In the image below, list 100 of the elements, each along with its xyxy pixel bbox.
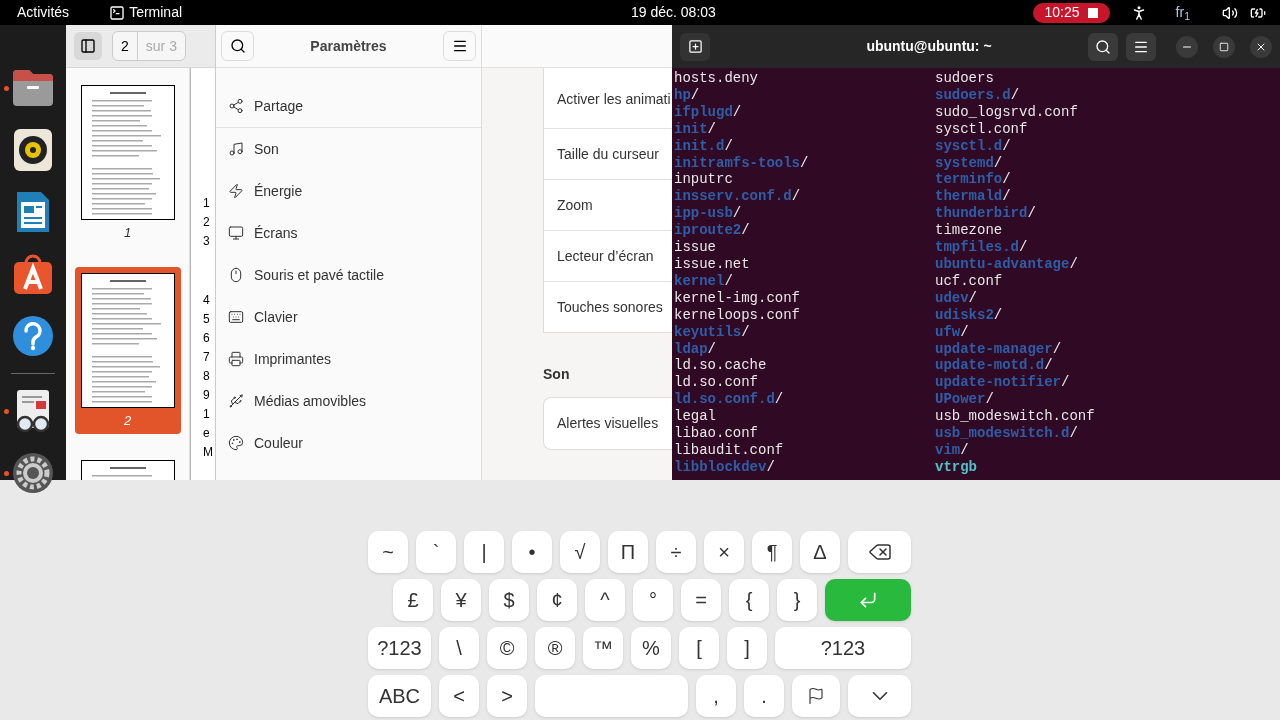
window-title: ubuntu@ubuntu: ~ xyxy=(865,37,993,56)
page-thumbnail-item[interactable]: 2 xyxy=(74,266,181,434)
keyboard-key[interactable]: ¥ xyxy=(441,579,481,621)
running-indicator xyxy=(4,85,9,91)
terminal-line: vim/ xyxy=(935,441,970,459)
keyboard-key[interactable]: > xyxy=(487,675,527,717)
keyboard-key[interactable]: ¶ xyxy=(752,531,792,573)
speaker-icon[interactable] xyxy=(13,128,53,172)
terminal-line: hosts.deny xyxy=(674,70,759,87)
close-button[interactable] xyxy=(1250,35,1272,58)
keyboard-key[interactable]: Δ xyxy=(800,531,840,573)
menu-button[interactable] xyxy=(1126,32,1156,61)
terminal-line: update-notifier/ xyxy=(935,374,1071,392)
terminal-line: libao.conf xyxy=(674,425,759,442)
music-note-icon xyxy=(228,141,244,157)
keyboard-key[interactable]: ™ xyxy=(583,627,623,669)
mode-key[interactable]: ?123 xyxy=(368,627,431,669)
page-thumbnail-item[interactable]: 1 xyxy=(74,79,181,247)
shopping-bag-icon[interactable] xyxy=(12,253,54,295)
page-text: M xyxy=(203,444,214,461)
sidebar-item[interactable]: Son xyxy=(216,128,481,170)
keyboard-key[interactable]: © xyxy=(487,627,527,669)
keyboard-key[interactable]: = xyxy=(681,579,721,621)
keyboard-key[interactable]: ` xyxy=(416,531,456,573)
terminal-line: UPower/ xyxy=(935,391,995,409)
volume-icon[interactable] xyxy=(1222,4,1238,21)
settings-row[interactable]: Alertes visuelles xyxy=(544,398,672,449)
keyboard-key[interactable]: ^ xyxy=(585,579,625,621)
keyboard-key[interactable]: | xyxy=(464,531,504,573)
page-text: 7 xyxy=(203,349,211,366)
sidebar-item[interactable]: Énergie xyxy=(216,170,481,212)
document-icon[interactable] xyxy=(15,190,51,234)
terminal-line: issue.net xyxy=(674,255,751,273)
sidebar-item[interactable]: Imprimantes xyxy=(216,338,481,380)
terminal-line: kernel-img.conf xyxy=(674,289,802,307)
keyboard-key[interactable]: . xyxy=(744,675,784,717)
keyboard-key[interactable]: , xyxy=(696,675,736,717)
settings-row[interactable]: Activer les animati xyxy=(544,68,672,128)
terminal-line: initramfs-tools/ xyxy=(674,154,810,172)
mode-key[interactable]: ?123 xyxy=(775,627,911,669)
sidebar-item[interactable]: Clavier xyxy=(216,296,481,338)
menu-button[interactable] xyxy=(443,31,476,61)
terminal-line: sudoers xyxy=(935,70,995,87)
sidebar-item[interactable]: Couleur xyxy=(216,422,481,464)
terminal-line: kernel/ xyxy=(674,272,734,290)
keyboard-key[interactable]: £ xyxy=(393,579,433,621)
page-field[interactable]: 2 sur 3 xyxy=(112,31,186,61)
terminal-line: vtrgb xyxy=(935,458,978,476)
keyboard-key[interactable]: % xyxy=(631,627,671,669)
search-button[interactable] xyxy=(221,31,254,61)
folder-icon[interactable] xyxy=(11,68,55,108)
terminal-line: libaudit.conf xyxy=(674,441,785,459)
activities-button[interactable]: Activités xyxy=(17,2,70,23)
terminal-line: usb_modeswitch.d/ xyxy=(935,425,1079,442)
minimize-button[interactable] xyxy=(1176,35,1198,58)
new-tab-button[interactable] xyxy=(680,32,710,61)
terminal-line: ufw/ xyxy=(935,323,970,341)
keyboard-key[interactable]: < xyxy=(439,675,479,717)
menu-icon xyxy=(451,38,468,54)
sidebar-item[interactable]: Médias amovibles xyxy=(216,380,481,422)
app-menu[interactable]: Terminal xyxy=(129,2,183,23)
keyboard-key[interactable]: ÷ xyxy=(656,531,696,573)
document-glasses-icon[interactable] xyxy=(14,389,52,433)
help-icon[interactable] xyxy=(12,315,54,357)
language-key[interactable] xyxy=(792,675,840,717)
flag-icon xyxy=(807,687,825,705)
terminal-line: iproute2/ xyxy=(674,222,751,240)
keyboard-key[interactable]: • xyxy=(512,531,552,573)
recording-indicator[interactable]: 10:25 xyxy=(1032,2,1110,23)
mode-key[interactable]: ABC xyxy=(368,675,431,717)
keyboard-key[interactable]: ° xyxy=(633,579,673,621)
page-text: 5 xyxy=(203,311,211,328)
new-tab-icon xyxy=(687,39,703,54)
terminal-line: ifplugd/ xyxy=(674,103,743,121)
keyboard-key[interactable]: \ xyxy=(439,627,479,669)
keyboard-key[interactable]: { xyxy=(729,579,769,621)
terminal-line: issue xyxy=(674,239,717,256)
keyboard-layout[interactable]: fr$_{1}$ xyxy=(1175,2,1190,23)
keyboard-key[interactable]: $ xyxy=(489,579,529,621)
sidebar-item[interactable]: Souris et pavé tactile xyxy=(216,254,481,296)
backspace-key[interactable] xyxy=(848,531,911,573)
keyboard-key[interactable]: ] xyxy=(727,627,767,669)
page-text: e xyxy=(203,425,211,442)
maximize-button[interactable] xyxy=(1213,35,1235,58)
keyboard-key[interactable]: ® xyxy=(535,627,575,669)
keyboard-key[interactable]: ~ xyxy=(368,531,408,573)
keyboard-key[interactable]: [ xyxy=(679,627,719,669)
page-text: 3 xyxy=(203,233,211,250)
keyboard-key[interactable]: } xyxy=(777,579,817,621)
sidebar-item[interactable]: Écrans xyxy=(216,212,481,254)
keyboard-key[interactable]: √ xyxy=(560,531,600,573)
clock[interactable]: 19 déc. 08:03 xyxy=(631,2,716,23)
search-button[interactable] xyxy=(1088,32,1118,61)
keyboard-key[interactable]: × xyxy=(704,531,744,573)
terminal-line: inputrc xyxy=(674,171,734,189)
window-title: Paramètres xyxy=(309,36,388,56)
keyboard-key[interactable]: ¢ xyxy=(537,579,577,621)
sidebar-toggle[interactable] xyxy=(74,32,102,60)
terminal-line: ldap/ xyxy=(674,340,717,358)
keyboard-key[interactable]: Π xyxy=(608,531,648,573)
